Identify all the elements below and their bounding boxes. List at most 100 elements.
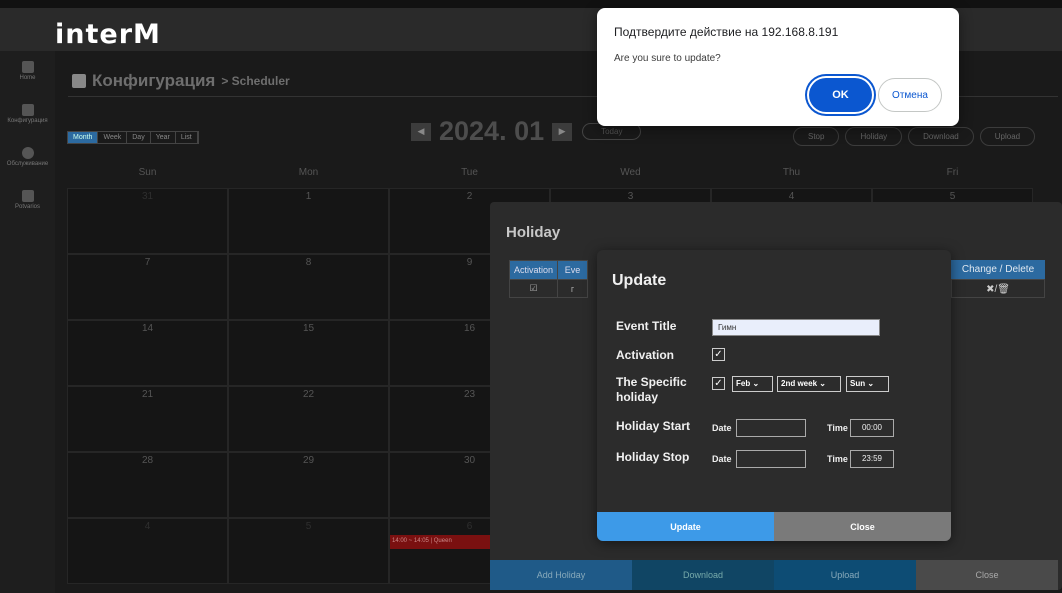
day-select[interactable]: Sun ⌄ (846, 376, 889, 392)
side-nav: Home Конфигурация Обслуживание Potvarios (0, 51, 55, 593)
stop-button[interactable]: Stop (793, 127, 840, 146)
download-button[interactable]: Download (908, 127, 974, 146)
specific-holiday-label: The Specific holiday (616, 375, 687, 405)
calendar-day-cell[interactable]: 8 (228, 254, 389, 320)
specific-holiday-checkbox[interactable]: ✓ (712, 377, 725, 390)
brand-logo: interM (55, 19, 161, 50)
stop-time-field[interactable]: 23:59 (850, 450, 894, 468)
holiday-upload-button[interactable]: Upload (774, 560, 916, 590)
calendar-day-cell[interactable]: 5 (228, 518, 389, 584)
next-month-button[interactable]: ▶ (552, 122, 573, 141)
view-switcher: Month Week Day Year List (67, 131, 199, 144)
weekday-header: Sun Mon Tue Wed Thu Fri (67, 167, 1062, 187)
calendar-day-cell[interactable]: 28 (67, 452, 228, 518)
activation-checkbox[interactable]: ✓ (712, 348, 725, 361)
sidebar-item-config[interactable]: Конфигурация (0, 104, 55, 124)
chevron-down-icon: ⌄ (752, 379, 760, 388)
add-holiday-button[interactable]: Add Holiday (490, 560, 632, 590)
config-icon (72, 74, 86, 88)
week-select-value: 2nd week (781, 379, 818, 388)
event-cell: г (557, 279, 589, 298)
start-time-field[interactable]: 00:00 (850, 419, 894, 437)
holiday-modal-title: Holiday (506, 224, 561, 241)
weekday-label: Mon (298, 167, 319, 178)
view-year-button[interactable]: Year (151, 132, 176, 143)
weekday-label: Tue (461, 167, 478, 178)
edit-delete-icon[interactable]: ✖/🗑 (951, 279, 1045, 298)
stop-date-field[interactable] (736, 450, 806, 468)
weekday-label: Fri (946, 167, 959, 178)
specific-label-line2: holiday (616, 390, 659, 404)
holiday-download-button[interactable]: Download (632, 560, 774, 590)
sidebar-item-home[interactable]: Home (0, 61, 55, 81)
event-title-label: Event Title (616, 319, 677, 333)
day-number: 5 (949, 191, 956, 202)
month-select[interactable]: Feb ⌄ (732, 376, 773, 392)
calendar-day-cell[interactable]: 1 (228, 188, 389, 254)
sidebar-item-label: Обслуживание (6, 161, 49, 167)
month-select-value: Feb (736, 379, 751, 388)
calendar-actions: Stop Holiday Download Upload (793, 127, 1036, 146)
day-number: 29 (302, 455, 315, 466)
close-button[interactable]: Close (774, 512, 951, 541)
sidebar-item-exit[interactable]: Potvarios (0, 190, 55, 210)
sidebar-item-label: Конфигурация (7, 118, 48, 124)
config-icon (21, 104, 34, 116)
activation-check-icon[interactable]: ☑ (508, 279, 559, 298)
day-number: 28 (141, 455, 154, 466)
home-icon (21, 61, 34, 73)
column-header: Activation (508, 260, 559, 280)
weekday-label: Wed (620, 167, 641, 178)
week-select[interactable]: 2nd week ⌄ (777, 376, 841, 392)
change-delete-column: Change / Delete ✖/🗑 (951, 260, 1045, 298)
update-button[interactable]: Update (597, 512, 774, 541)
column-header: Change / Delete (951, 260, 1045, 279)
sidebar-item-label: Home (19, 75, 36, 81)
day-number: 1 (305, 191, 312, 202)
day-number: 31 (141, 191, 154, 202)
chevron-down-icon: ⌄ (867, 379, 875, 388)
ok-button[interactable]: OK (809, 78, 872, 112)
calendar-day-cell[interactable]: 4 (67, 518, 228, 584)
calendar-day-cell[interactable]: 21 (67, 386, 228, 452)
table-row: ☑ г (508, 279, 589, 298)
view-month-button[interactable]: Month (68, 132, 99, 143)
day-number: 15 (302, 323, 315, 334)
update-modal: Update Event Title Гимн Activation ✓ The… (597, 250, 951, 541)
month-label: 2024. 01 (439, 116, 545, 146)
confirm-dialog-title: Подтвердите действие на 192.168.8.191 (614, 25, 839, 39)
prev-month-button[interactable]: ◀ (411, 122, 431, 141)
update-modal-title: Update (612, 272, 667, 289)
stop-date-label: Date (712, 454, 732, 464)
sidebar-item-maintenance[interactable]: Обслуживание (0, 147, 55, 167)
holiday-start-label: Holiday Start (616, 419, 691, 433)
confirm-dialog-message: Are you sure to update? (614, 53, 721, 64)
upload-button[interactable]: Upload (979, 127, 1036, 146)
day-number: 22 (302, 389, 315, 400)
holiday-close-button[interactable]: Close (916, 560, 1058, 590)
start-date-field[interactable] (736, 419, 806, 437)
day-number: 3 (627, 191, 634, 202)
calendar-day-cell[interactable]: 31 (67, 188, 228, 254)
view-list-button[interactable]: List (176, 132, 198, 143)
day-number: 5 (305, 521, 312, 532)
calendar-day-cell[interactable]: 14 (67, 320, 228, 386)
calendar-day-cell[interactable]: 22 (228, 386, 389, 452)
calendar-day-cell[interactable]: 15 (228, 320, 389, 386)
calendar-day-cell[interactable]: 7 (67, 254, 228, 320)
page-title: Конфигурация > Scheduler (72, 71, 290, 91)
sidebar-item-label: Potvarios (14, 204, 40, 210)
view-day-button[interactable]: Day (127, 132, 151, 143)
holiday-button[interactable]: Holiday (845, 127, 903, 146)
specific-label-line1: The Specific (616, 375, 687, 389)
day-number: 4 (788, 191, 795, 202)
holiday-modal-footer: Add Holiday Download Upload Close (490, 560, 1062, 590)
cancel-button[interactable]: Отмена (878, 78, 942, 112)
holiday-table: Activation Eve ☑ г (508, 260, 589, 298)
column-header: Eve (557, 260, 589, 280)
page-title-text: Конфигурация (92, 71, 216, 90)
event-title-field[interactable]: Гимн (712, 319, 880, 336)
calendar-day-cell[interactable]: 29 (228, 452, 389, 518)
view-week-button[interactable]: Week (98, 132, 128, 143)
day-number: 21 (141, 389, 154, 400)
